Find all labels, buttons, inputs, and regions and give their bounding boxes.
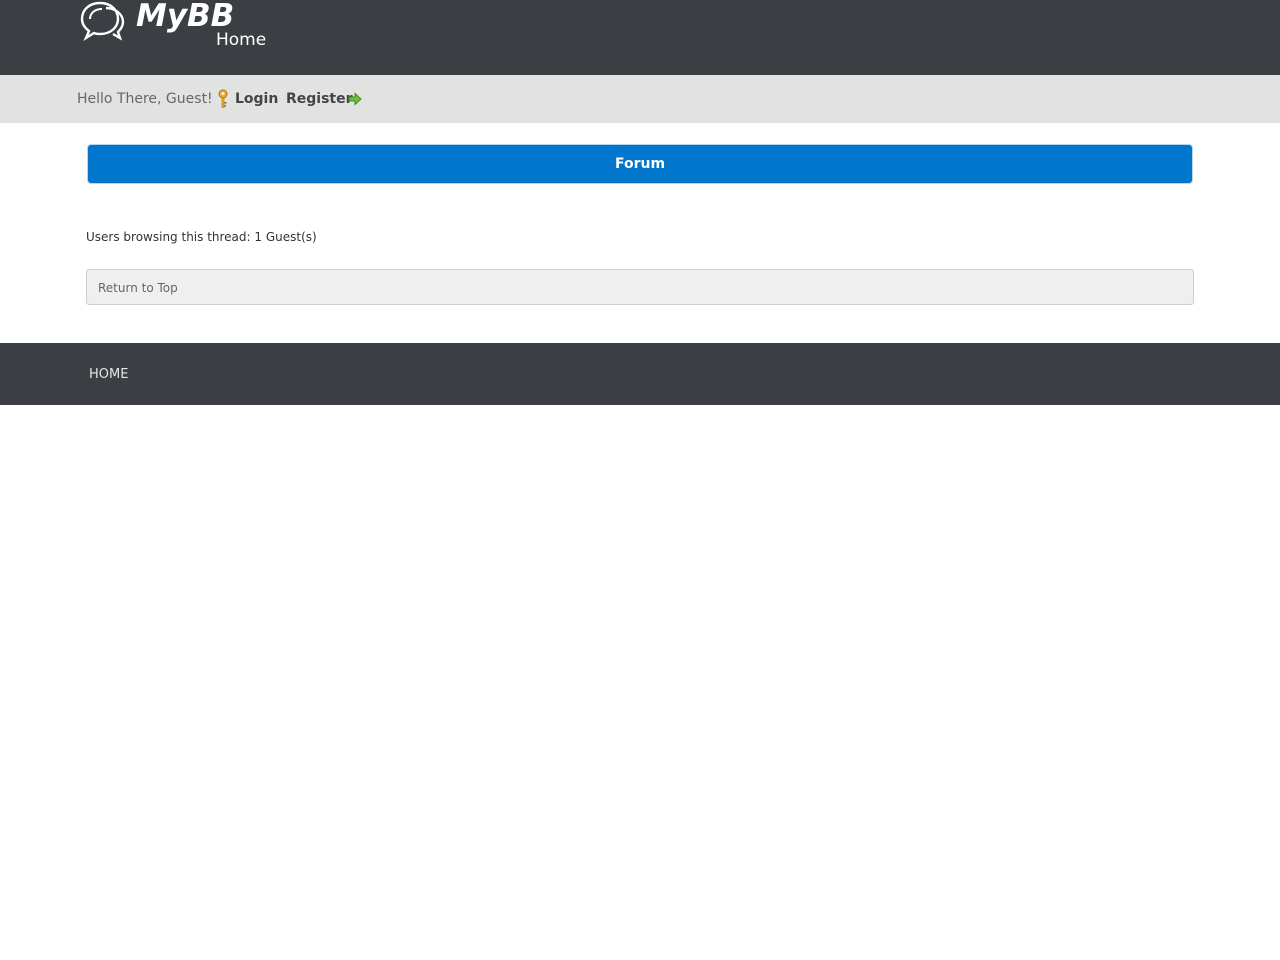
login-link[interactable]: Login xyxy=(235,91,278,107)
user-bar: Hello There, Guest! Login Register xyxy=(0,75,1280,123)
forum-title[interactable]: Forum xyxy=(88,145,1192,183)
register-link[interactable]: Register xyxy=(286,91,353,107)
return-to-top-link[interactable]: Return to Top xyxy=(98,281,178,295)
users-browsing-text: Users browsing this thread: 1 Guest(s) xyxy=(86,230,317,244)
site-footer: HOME xyxy=(0,343,1280,405)
speech-bubbles-icon[interactable] xyxy=(80,0,126,42)
return-to-top-bar: Return to Top xyxy=(86,269,1194,305)
guest-greeting: Hello There, Guest! xyxy=(77,91,213,107)
brand-subtitle: Home xyxy=(216,30,267,50)
site-header: MyBB Home xyxy=(0,0,1280,75)
forum-header-bar: Forum xyxy=(87,144,1193,184)
arrow-right-icon[interactable] xyxy=(348,92,362,106)
key-icon xyxy=(218,89,228,108)
brand-name[interactable]: MyBB xyxy=(136,0,234,34)
footer-home-link[interactable]: HOME xyxy=(89,367,128,382)
